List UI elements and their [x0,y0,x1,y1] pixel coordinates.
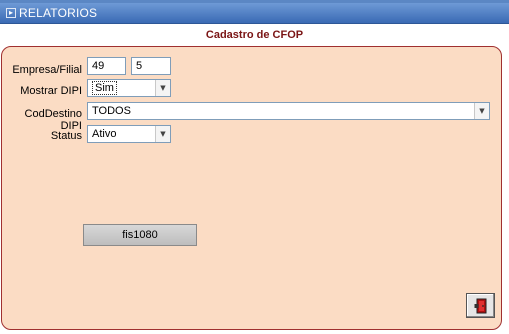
filial-input[interactable]: 5 [131,57,171,75]
chevron-down-icon[interactable]: ▼ [155,126,170,142]
status-label: Status [50,130,82,142]
exit-door-icon [474,298,486,313]
status-value: Ativo [92,128,117,140]
mostrar-dipi-label: Mostrar DIPI [20,85,82,97]
fis1080-button[interactable]: fis1080 [83,224,197,246]
form-panel: Empresa/Filial 49 5 Mostrar DIPI Sim ▼ C… [1,46,502,330]
mostrar-dipi-select[interactable]: Sim ▼ [87,79,171,97]
cod-destino-dipi-label: CodDestino DIPI [24,108,82,132]
empresa-filial-label: Empresa/Filial [12,64,82,76]
chevron-down-icon[interactable]: ▼ [474,103,489,119]
cod-destino-dipi-value: TODOS [92,105,131,117]
mostrar-dipi-value: Sim [92,81,117,95]
form-title: Cadastro de CFOP [205,29,304,41]
window-title-bar: ▸ RELATORIOS [0,3,509,24]
window-title: RELATORIOS [19,6,98,20]
cod-destino-dipi-select[interactable]: TODOS ▼ [87,102,490,120]
window-menu-icon[interactable]: ▸ [6,8,16,18]
exit-button[interactable] [466,293,495,318]
status-select[interactable]: Ativo ▼ [87,125,171,143]
empresa-input[interactable]: 49 [87,57,126,75]
chevron-down-icon[interactable]: ▼ [155,80,170,96]
